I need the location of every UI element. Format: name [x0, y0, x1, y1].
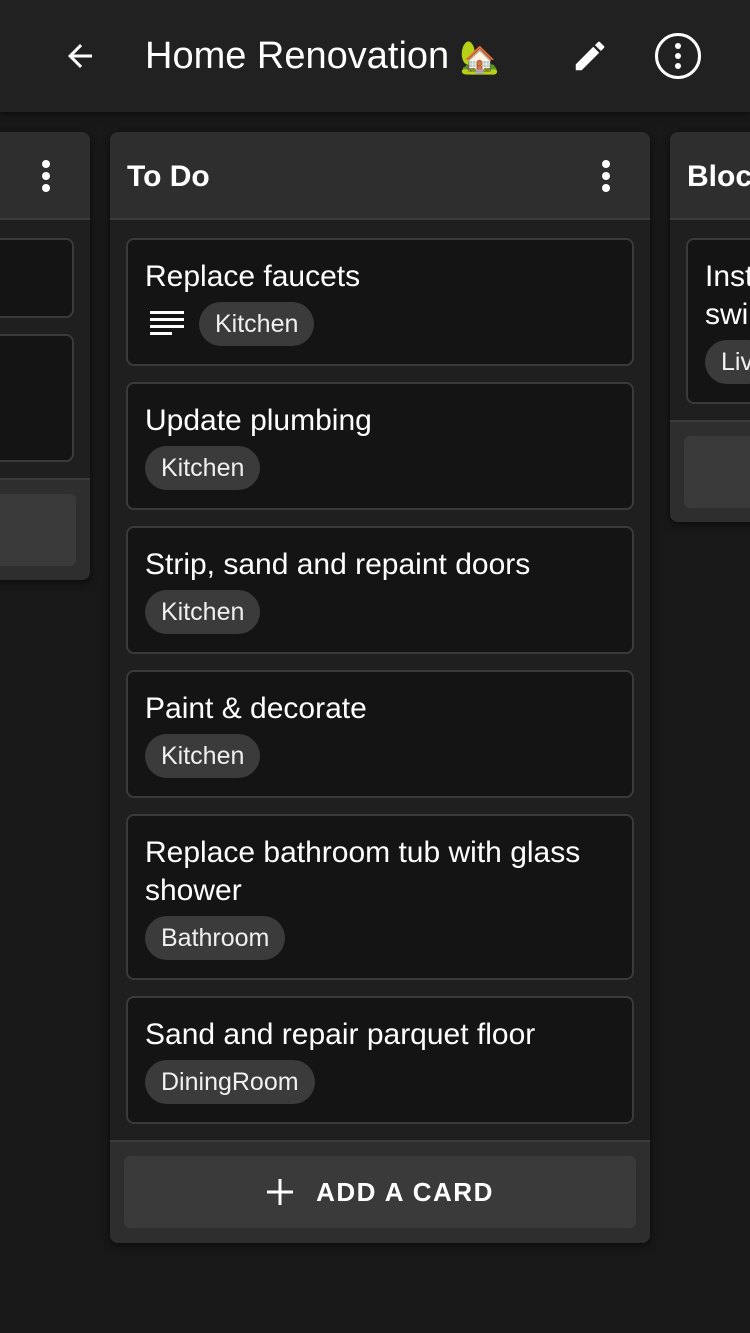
add-card-button[interactable]	[684, 436, 750, 508]
card-meta: Kitchen	[145, 446, 261, 490]
card[interactable]	[0, 334, 74, 462]
board-title: Home Renovation 🏡	[145, 30, 500, 83]
more-vertical-icon	[42, 160, 50, 192]
more-vertical-icon	[602, 160, 610, 192]
board-title-text: Home Renovation	[145, 35, 450, 77]
card[interactable]	[0, 238, 74, 318]
card[interactable]: Strip, sand and repaint doors Kitchen	[126, 526, 634, 654]
edit-board-button[interactable]	[566, 32, 614, 80]
card[interactable]: Inst swi Liv	[686, 238, 750, 404]
card[interactable]: Replace bathroom tub with glass shower B…	[126, 814, 634, 980]
label-chip: DiningRoom	[145, 1060, 315, 1104]
card-title: Replace bathroom tub with glass shower	[145, 836, 581, 907]
card-meta: DiningRoom	[145, 1060, 315, 1104]
card-title: Sand and repair parquet floor	[145, 1018, 536, 1051]
card-title: Paint & decorate	[145, 692, 367, 725]
card-title: Update plumbing	[145, 404, 372, 437]
board-options-button[interactable]	[654, 32, 702, 80]
column-partial-left	[0, 132, 90, 580]
card-title: Strip, sand and repaint doors	[145, 548, 531, 581]
column-menu-button[interactable]	[586, 152, 626, 200]
back-button[interactable]	[56, 32, 104, 80]
column-header: To Do	[110, 132, 650, 220]
column-header	[0, 132, 90, 220]
column-footer	[0, 478, 90, 580]
card-title: Replace faucets	[145, 260, 361, 293]
card-meta: Kitchen	[145, 302, 315, 346]
label-chip: Bathroom	[145, 916, 286, 960]
label-chip: Kitchen	[199, 302, 315, 346]
column-footer	[670, 420, 750, 522]
card-title: Inst swi	[705, 260, 750, 331]
column-to-do: To Do Replace faucets Kitchen Update plu…	[110, 132, 650, 1243]
column-title: To Do	[127, 160, 210, 193]
description-icon	[145, 302, 189, 346]
card[interactable]: Replace faucets Kitchen	[126, 238, 634, 366]
card-meta: Bathroom	[145, 916, 286, 960]
card-meta: Kitchen	[145, 734, 261, 778]
card[interactable]: Update plumbing Kitchen	[126, 382, 634, 510]
plus-icon	[266, 1178, 294, 1206]
app-bar: Home Renovation 🏡	[0, 0, 750, 112]
add-card-button[interactable]	[0, 494, 76, 566]
column-title: Bloc	[687, 160, 750, 193]
column-menu-button[interactable]	[26, 152, 66, 200]
card-meta: Liv	[705, 340, 750, 384]
more-vertical-circle-icon	[655, 33, 701, 79]
house-emoji-icon: 🏡	[459, 39, 500, 75]
card[interactable]: Sand and repair parquet floor DiningRoom	[126, 996, 634, 1124]
card[interactable]: Paint & decorate Kitchen	[126, 670, 634, 798]
label-chip: Kitchen	[145, 446, 261, 490]
card-meta: Kitchen	[145, 590, 261, 634]
add-card-label: ADD A CARD	[316, 1176, 494, 1207]
column-footer: ADD A CARD	[110, 1140, 650, 1243]
arrow-left-icon	[68, 44, 92, 68]
label-chip: Kitchen	[145, 590, 261, 634]
pencil-icon	[575, 41, 605, 71]
column-partial-right: Bloc Inst swi Liv	[670, 132, 750, 522]
column-header: Bloc	[670, 132, 750, 220]
add-card-button[interactable]: ADD A CARD	[124, 1156, 636, 1228]
label-chip: Kitchen	[145, 734, 261, 778]
label-chip: Liv	[705, 340, 750, 384]
board: To Do Replace faucets Kitchen Update plu…	[0, 112, 750, 1333]
